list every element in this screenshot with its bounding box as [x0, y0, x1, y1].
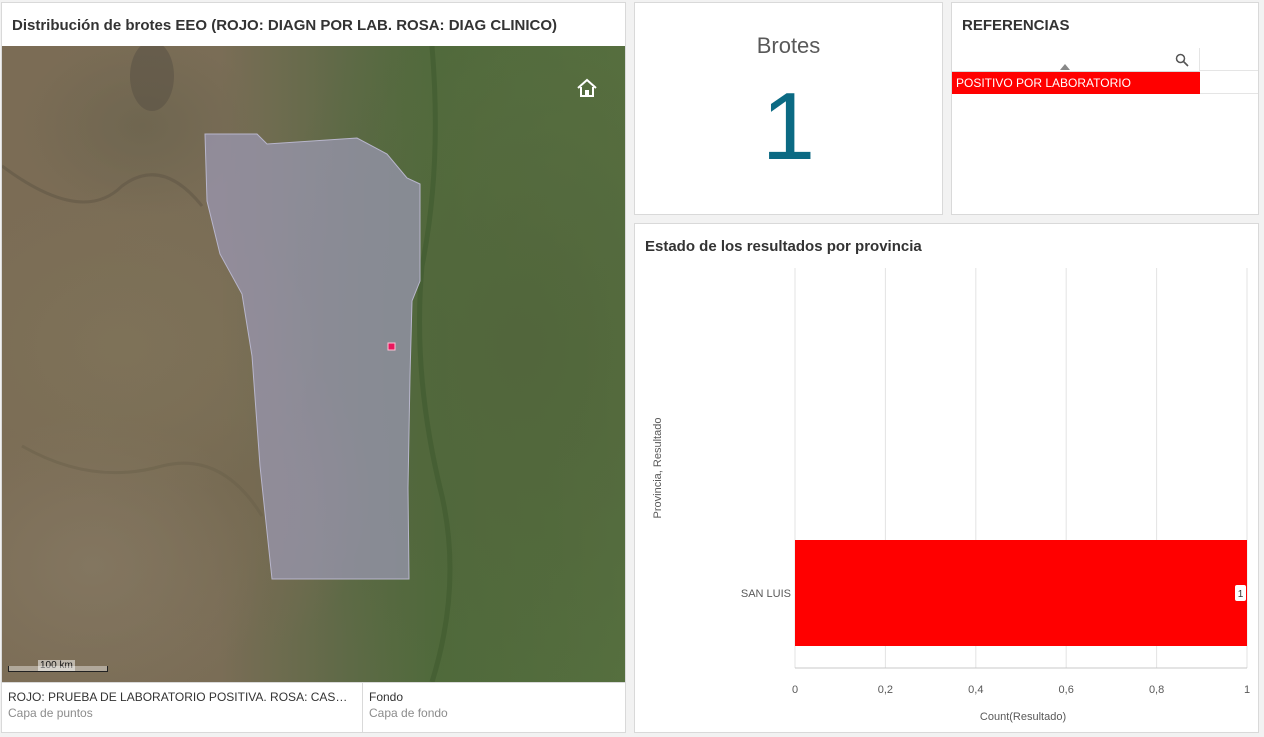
- references-column-header[interactable]: [952, 48, 1200, 72]
- layer-type: Capa de puntos: [8, 706, 93, 720]
- bar-chart-panel: Estado de los resultados por provincia 0…: [634, 223, 1259, 733]
- layer-item-background[interactable]: Fondo Capa de fondo: [362, 683, 625, 732]
- bar[interactable]: [795, 540, 1247, 646]
- province-region-san-luis[interactable]: [204, 133, 421, 580]
- river: [417, 46, 453, 682]
- layer-item-points[interactable]: ROJO: PRUEBA DE LABORATORIO POSITIVA. RO…: [2, 683, 362, 732]
- layer-name: Fondo: [369, 690, 404, 704]
- references-panel: REFERENCIAS POSITIVO POR LABORATORIO: [951, 2, 1259, 215]
- map-layers: [2, 46, 453, 682]
- references-title: REFERENCIAS: [962, 17, 1070, 34]
- x-axis-title: Count(Resultado): [980, 711, 1066, 723]
- x-tick-label: 1: [1244, 684, 1250, 696]
- x-tick-label: 0,8: [1149, 684, 1164, 696]
- x-tick-label: 0,4: [968, 684, 983, 696]
- terrain-ridge: [2, 164, 204, 207]
- map-title: Distribución de brotes EEO (ROJO: DIAGN …: [12, 17, 558, 34]
- divider: [1200, 70, 1258, 71]
- references-list-item[interactable]: POSITIVO POR LABORATORIO: [952, 72, 1200, 94]
- y-axis-title: Provincia, Resultado: [652, 418, 664, 519]
- divider: [1200, 93, 1258, 94]
- layer-name: ROJO: PRUEBA DE LABORATORIO POSITIVA. RO…: [8, 690, 356, 704]
- x-tick-label: 0,6: [1059, 684, 1074, 696]
- map-canvas[interactable]: 100 km: [2, 46, 625, 682]
- data-label: 1: [1238, 589, 1244, 600]
- kpi-value: 1: [761, 73, 816, 180]
- terrain-ridge: [21, 444, 264, 517]
- bar-chart[interactable]: 0 0,2 0,4 0,6 0,8 1 SAN LUIS 1 Count(Resultado) P…: [635, 224, 1258, 732]
- y-tick-label: SAN LUIS: [741, 588, 791, 600]
- terrain-mountain: [130, 46, 174, 111]
- scale-line: [8, 666, 108, 672]
- x-tick-label: 0,2: [878, 684, 893, 696]
- kpi-panel[interactable]: Brotes 1: [634, 2, 943, 215]
- search-icon[interactable]: [1175, 53, 1189, 67]
- sort-indicator-icon[interactable]: [1060, 64, 1070, 70]
- layer-type: Capa de fondo: [369, 706, 448, 720]
- x-tick-label: 0: [792, 684, 798, 696]
- kpi-label: Brotes: [756, 33, 821, 58]
- outbreak-point[interactable]: [387, 342, 396, 351]
- map-scale-bar: 100 km: [8, 660, 108, 674]
- layer-legend: ROJO: PRUEBA DE LABORATORIO POSITIVA. RO…: [2, 682, 625, 732]
- home-icon[interactable]: [576, 77, 598, 99]
- map-panel: Distribución de brotes EEO (ROJO: DIAGN …: [1, 2, 626, 733]
